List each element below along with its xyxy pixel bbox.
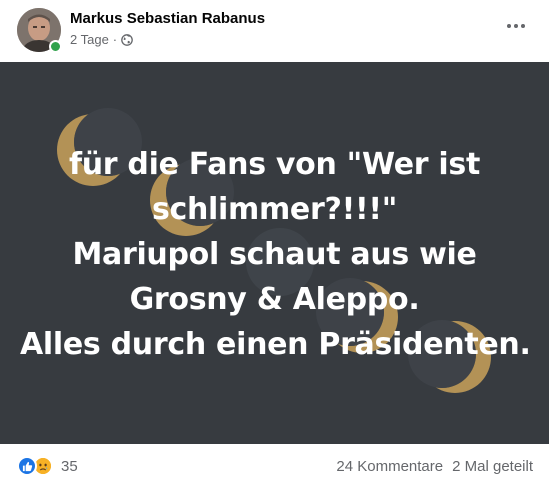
shares-count-link[interactable]: 2 Mal geteilt <box>452 458 533 475</box>
author-name[interactable]: Markus Sebastian Rabanus <box>70 10 265 27</box>
more-horizontal-icon <box>507 24 525 28</box>
facebook-post: Markus Sebastian Rabanus 2 Tage · für di… <box>0 0 549 482</box>
image-text-line: für die Fans von "Wer ist <box>68 147 481 182</box>
image-text: für die Fans von "Wer ist schlimmer?!!!"… <box>20 142 531 367</box>
post-stats: 24 Kommentare 2 Mal geteilt <box>336 458 533 475</box>
image-text-line: Grosny & Aleppo. <box>129 282 420 317</box>
post-header: Markus Sebastian Rabanus 2 Tage · <box>0 0 549 62</box>
reaction-count: 35 <box>61 457 78 475</box>
image-text-line: schlimmer?!!!" <box>151 192 398 227</box>
comments-count-link[interactable]: 24 Kommentare <box>336 458 443 475</box>
image-text-line: Mariupol schaut aus wie <box>72 237 477 272</box>
image-text-line: Alles durch einen Präsidenten. <box>20 327 531 362</box>
more-options-button[interactable] <box>501 14 531 38</box>
author-avatar[interactable] <box>17 8 62 53</box>
post-time[interactable]: 2 Tage <box>70 32 109 47</box>
online-status-dot <box>49 40 62 53</box>
meta-separator: · <box>112 32 118 47</box>
post-image[interactable]: für die Fans von "Wer ist schlimmer?!!!"… <box>0 62 549 444</box>
globe-icon[interactable] <box>121 33 133 46</box>
post-footer: 35 24 Kommentare 2 Mal geteilt <box>0 444 549 482</box>
like-icon <box>17 456 37 476</box>
post-meta: 2 Tage · <box>70 32 133 47</box>
reactions-summary[interactable]: 35 <box>17 456 78 476</box>
